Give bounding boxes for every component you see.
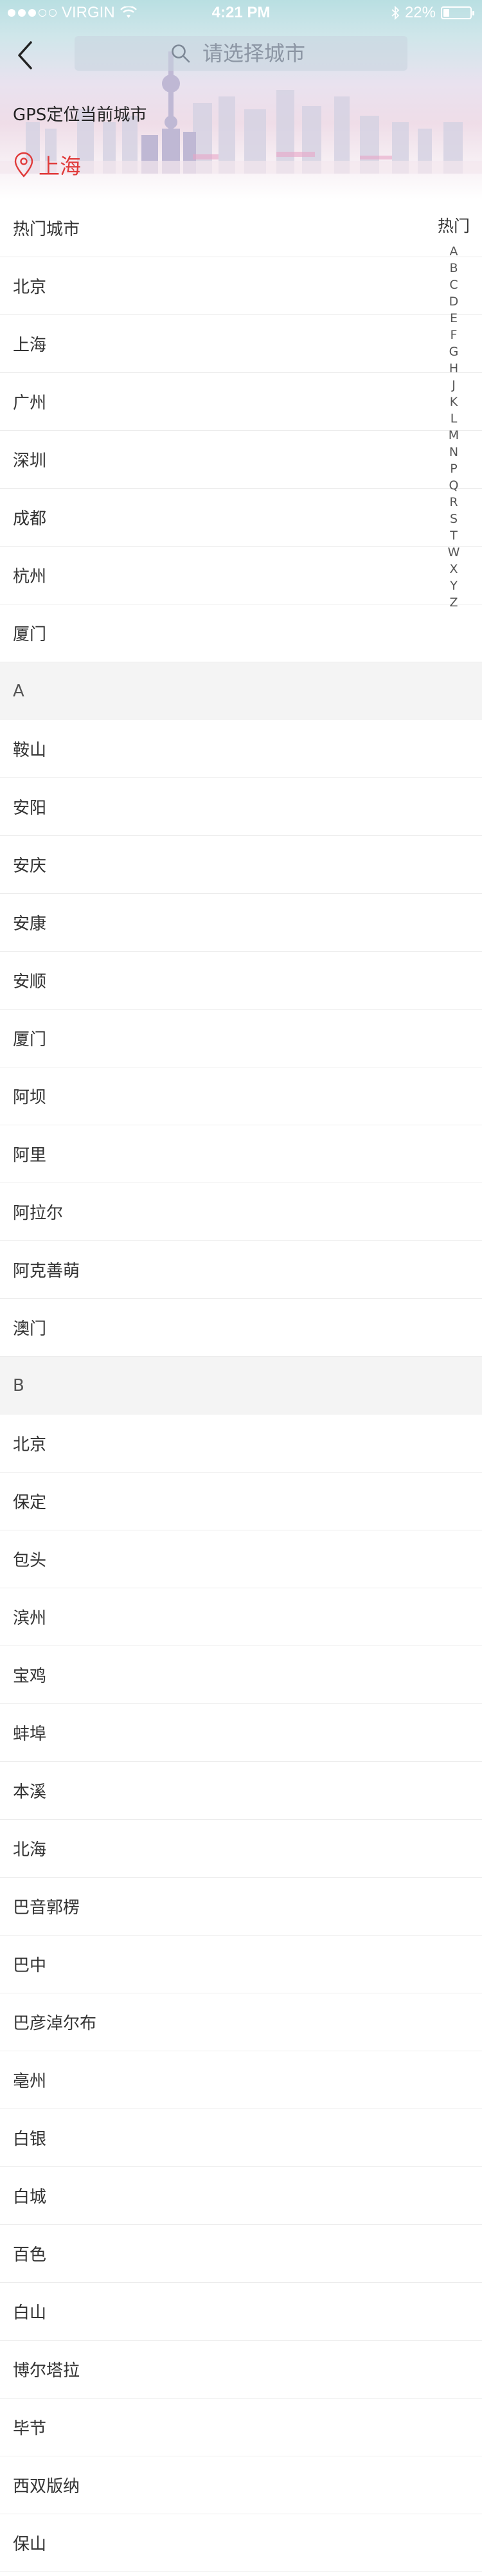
city-list-item[interactable]: 亳州: [0, 2051, 482, 2109]
location-pin-icon: [14, 152, 33, 177]
section-header-b: B: [0, 1357, 482, 1415]
city-list-item[interactable]: 北海: [0, 1820, 482, 1878]
city-list: 热门城市 北京 上海 广州 深圳 成都 杭州 厦门 A 鞍山 安阳 安庆 安康 安顺 厦门 阿坝 阿里 阿拉尔阿…: [0, 199, 482, 2572]
city-list-item[interactable]: 阿坝: [0, 1067, 482, 1125]
hot-city-item[interactable]: 厦门: [0, 604, 482, 662]
index-letter[interactable]: N: [449, 444, 458, 460]
city-list-item[interactable]: 包头: [0, 1530, 482, 1588]
index-letter[interactable]: S: [450, 511, 458, 527]
current-city-name: 上海: [39, 154, 81, 179]
hot-cities-title: 热门城市: [0, 199, 482, 257]
search-icon: [172, 44, 190, 63]
city-list-item[interactable]: 安庆: [0, 836, 482, 894]
index-letter[interactable]: D: [449, 293, 459, 310]
hot-city-item[interactable]: 深圳: [0, 431, 482, 489]
city-list-item[interactable]: 巴音郭楞: [0, 1878, 482, 1936]
city-list-item[interactable]: 百色: [0, 2225, 482, 2283]
city-search-input[interactable]: [202, 41, 312, 66]
city-list-item[interactable]: 白山: [0, 2283, 482, 2341]
city-list-item[interactable]: 本溪: [0, 1762, 482, 1820]
city-list-item[interactable]: 滨州: [0, 1588, 482, 1646]
index-letter[interactable]: E: [450, 310, 458, 327]
battery-percent: 22%: [404, 4, 436, 21]
section-header-a: A: [0, 662, 482, 720]
battery-icon: [441, 6, 474, 19]
status-bar: VIRGIN 4:21 PM 22%: [0, 0, 482, 26]
hot-city-item[interactable]: 北京: [0, 257, 482, 315]
index-letter[interactable]: L: [451, 410, 458, 427]
index-hot[interactable]: 热门: [438, 213, 470, 237]
index-letter[interactable]: Z: [449, 594, 458, 611]
bluetooth-icon: [391, 6, 400, 20]
index-letter[interactable]: W: [448, 544, 460, 561]
chevron-left-icon: [18, 41, 32, 69]
index-letter[interactable]: T: [450, 527, 458, 544]
city-list-item[interactable]: 安康: [0, 894, 482, 952]
city-list-item[interactable]: 保定: [0, 1473, 482, 1530]
city-list-item[interactable]: 巴中: [0, 1936, 482, 1993]
hot-city-item[interactable]: 成都: [0, 489, 482, 547]
city-list-item[interactable]: 安阳: [0, 778, 482, 836]
index-letter[interactable]: G: [449, 343, 459, 360]
city-list-item[interactable]: 阿克善萌: [0, 1241, 482, 1299]
index-letter[interactable]: C: [449, 277, 458, 293]
city-list-item[interactable]: 安顺: [0, 952, 482, 1010]
city-list-item[interactable]: 厦门: [0, 1010, 482, 1067]
gps-location-label: GPS定位当前城市: [13, 105, 147, 125]
index-letter[interactable]: X: [449, 561, 458, 577]
index-letter[interactable]: J: [452, 377, 456, 394]
index-letter[interactable]: K: [450, 394, 458, 410]
city-list-item[interactable]: 阿里: [0, 1125, 482, 1183]
hot-city-item[interactable]: 杭州: [0, 547, 482, 604]
index-letter[interactable]: B: [449, 260, 458, 277]
city-list-item[interactable]: 白银: [0, 2109, 482, 2167]
city-list-item[interactable]: 澳门: [0, 1299, 482, 1357]
city-list-item[interactable]: 白城: [0, 2167, 482, 2225]
city-list-item[interactable]: 保山: [0, 2514, 482, 2572]
index-letter[interactable]: Y: [450, 577, 458, 594]
index-letter[interactable]: A: [450, 243, 458, 260]
city-search-box[interactable]: [75, 36, 407, 71]
city-list-item[interactable]: 西双版纳: [0, 2456, 482, 2514]
status-right: 22%: [391, 4, 474, 22]
city-list-item[interactable]: 蚌埠: [0, 1704, 482, 1762]
index-letter[interactable]: Q: [449, 477, 459, 494]
city-picker-header: VIRGIN 4:21 PM 22% GPS定位当前城市: [0, 0, 482, 199]
city-list-item[interactable]: 宝鸡: [0, 1646, 482, 1704]
index-letter[interactable]: F: [451, 327, 458, 343]
city-list-item[interactable]: 鞍山: [0, 720, 482, 778]
index-letter[interactable]: H: [449, 360, 458, 377]
index-letter[interactable]: P: [450, 460, 457, 477]
current-city-button[interactable]: 上海: [13, 149, 81, 180]
index-letter[interactable]: M: [449, 427, 459, 444]
alphabet-index-bar[interactable]: 热门 ABCDEFGHJKLMNPQRSTWXYZ: [432, 213, 476, 611]
back-button[interactable]: [12, 39, 40, 72]
hot-city-item[interactable]: 广州: [0, 373, 482, 431]
city-list-item[interactable]: 博尔塔拉: [0, 2341, 482, 2399]
city-list-item[interactable]: 阿拉尔: [0, 1183, 482, 1241]
index-letter[interactable]: R: [449, 494, 458, 511]
hot-city-item[interactable]: 上海: [0, 315, 482, 373]
city-list-item[interactable]: 巴彦淖尔布: [0, 1993, 482, 2051]
city-list-item[interactable]: 毕节: [0, 2399, 482, 2456]
city-list-item[interactable]: 北京: [0, 1415, 482, 1473]
